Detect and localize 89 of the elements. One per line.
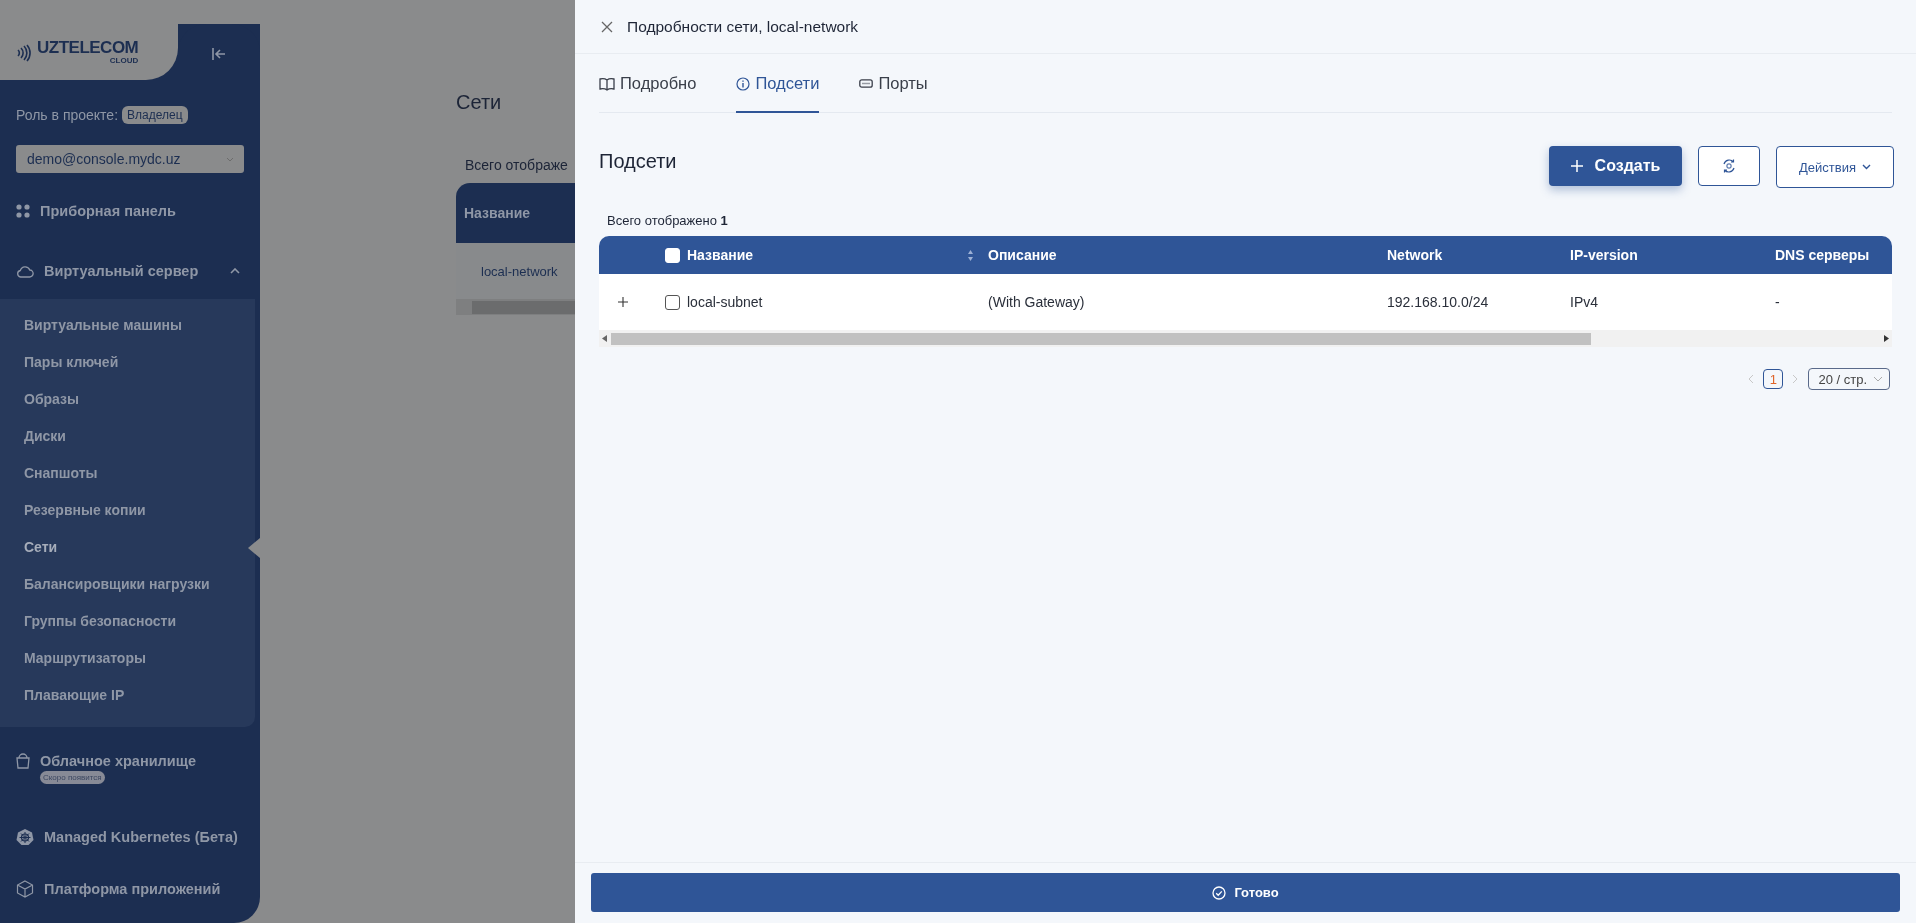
soon-badge: Скоро появится: [40, 771, 105, 784]
table-cell: local-subnet: [687, 294, 763, 310]
plus-icon: [1570, 160, 1583, 172]
refresh-icon: [1721, 158, 1737, 174]
submenu-label: Пары ключей: [24, 354, 119, 370]
column-header: Network: [1387, 247, 1443, 263]
submenu-label: Маршрутизаторы: [24, 650, 146, 666]
submenu-label: Резервные копии: [24, 502, 146, 518]
submenu-label: Образы: [24, 391, 79, 407]
submenu-item[interactable]: Маршрутизаторы: [0, 640, 255, 677]
info-icon: [736, 76, 751, 91]
submenu-item[interactable]: Резервные копии: [0, 492, 255, 529]
actions-button[interactable]: Действия: [1776, 146, 1894, 188]
submenu-item[interactable]: Образы: [0, 381, 255, 418]
collapse-icon[interactable]: [211, 47, 227, 61]
tab[interactable]: Подсети: [736, 54, 820, 113]
nav-label: Платформа приложений: [44, 881, 221, 897]
table-cell: local-network: [481, 263, 558, 279]
sort-icon[interactable]: [967, 248, 974, 262]
logo-subtitle: CLOUD: [109, 55, 139, 65]
bucket-icon: [16, 751, 30, 769]
submenu-item[interactable]: Диски: [0, 418, 255, 455]
row-checkbox[interactable]: [665, 294, 680, 310]
done-button[interactable]: Готово: [591, 873, 1900, 912]
section-title: Подсети: [599, 150, 677, 173]
page-number[interactable]: 1: [1763, 369, 1784, 389]
submenu-item[interactable]: Балансировщики нагрузки: [0, 566, 255, 603]
column-header: IP-version: [1570, 247, 1638, 263]
submenu-item[interactable]: Сети: [0, 529, 260, 566]
logo-waves-icon: [16, 44, 34, 62]
project-select[interactable]: demo@console.mydc.uz: [16, 145, 244, 173]
nav-label: Облачное хранилище: [40, 753, 196, 769]
close-icon[interactable]: [601, 20, 613, 33]
select-all-checkbox[interactable]: [665, 247, 680, 263]
cube-icon: [16, 880, 34, 898]
submenu-item[interactable]: Виртуальные машины: [0, 307, 255, 344]
tab[interactable]: Порты: [859, 54, 928, 113]
expand-icon[interactable]: [618, 297, 628, 307]
submenu-item[interactable]: Пары ключей: [0, 344, 255, 381]
submenu-label: Снапшоты: [24, 465, 98, 481]
role-badge: Владелец: [122, 106, 188, 124]
nav-item[interactable]: Приборная панель: [0, 196, 260, 226]
pointer-icon: [248, 538, 260, 558]
chevron-down-icon: [1862, 164, 1871, 170]
submenu-label: Диски: [24, 428, 66, 444]
column-header: Название: [687, 247, 754, 263]
total-count: Всего отображено 1: [606, 212, 729, 228]
drawer-title: Подробности сети, local-network: [627, 17, 859, 36]
port-icon: [859, 79, 874, 88]
submenu-label: Виртуальные машины: [24, 317, 182, 333]
submenu-label: Плавающие IP: [24, 687, 125, 703]
tab[interactable]: Подробно: [599, 54, 697, 113]
cloud-icon: [16, 264, 34, 278]
table-cell: 192.168.10.0/24: [1387, 294, 1489, 310]
create-button[interactable]: Создать: [1549, 146, 1682, 186]
table-cell: -: [1775, 294, 1780, 310]
logo-name: UZTELECOM: [37, 39, 139, 56]
column-header: Описание: [988, 247, 1057, 263]
chevron-down-icon: [226, 156, 234, 162]
nav-label: Виртуальный сервер: [44, 263, 199, 279]
nav-item[interactable]: Managed Kubernetes (Бета): [0, 822, 260, 852]
book-icon: [599, 76, 615, 91]
submenu-item[interactable]: Плавающие IP: [0, 677, 255, 714]
column-header: DNS серверы: [1775, 247, 1870, 263]
grid-icon: [16, 204, 30, 218]
nav-item[interactable]: Облачное хранилище Скоро появится: [0, 751, 260, 791]
nav-item[interactable]: Платформа приложений: [0, 874, 260, 904]
column-header: Название: [464, 205, 531, 221]
scrollbar[interactable]: [599, 330, 1892, 347]
submenu-label: Группы безопасности: [24, 613, 176, 629]
scroll-left-icon[interactable]: [602, 335, 607, 342]
scroll-right-icon[interactable]: [1884, 335, 1889, 342]
chevron-down-icon: [1873, 376, 1883, 382]
table-cell: IPv4: [1570, 294, 1598, 310]
submenu-label: Сети: [24, 539, 58, 555]
check-circle-icon: [1212, 885, 1227, 900]
submenu-label: Балансировщики нагрузки: [24, 576, 210, 592]
page-size-select[interactable]: 20 / стр.: [1808, 368, 1890, 390]
helm-icon: [16, 828, 34, 846]
table-cell: (With Gateway): [988, 294, 1085, 310]
refresh-button[interactable]: [1698, 146, 1760, 186]
nav-label: Приборная панель: [40, 203, 176, 219]
nav-item[interactable]: Виртуальный сервер: [0, 256, 260, 286]
nav-label: Managed Kubernetes (Бета): [44, 829, 238, 845]
role-label: Роль в проекте:: [16, 107, 119, 123]
page-title: Сети: [456, 91, 503, 114]
submenu-item[interactable]: Снапшоты: [0, 455, 255, 492]
submenu-item[interactable]: Группы безопасности: [0, 603, 255, 640]
total-label: Всего отображе: [464, 157, 569, 173]
